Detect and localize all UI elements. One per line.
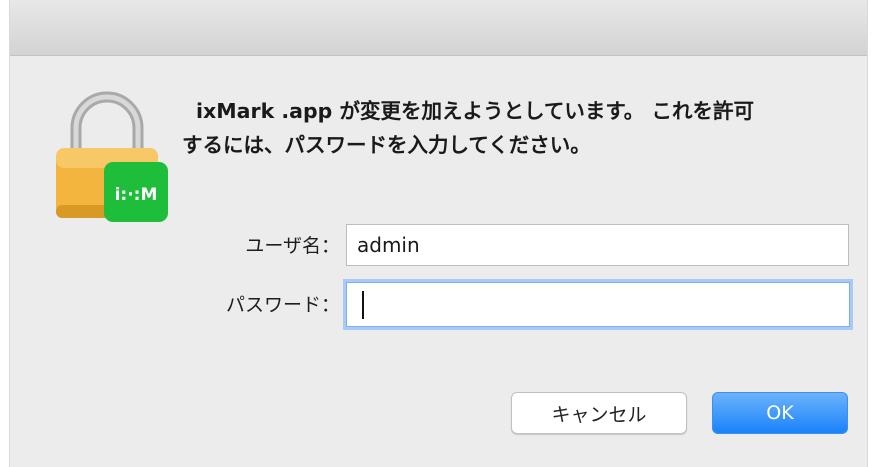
lock-icon: i:·:M [56,91,168,222]
app-badge-text: i:·:M [115,185,158,205]
ok-button[interactable]: OK [712,392,848,434]
dialog-titlebar [10,0,867,56]
message-line-1: ixMark .app が変更を加えようとしています。 これを許可 [196,99,754,123]
text-caret [362,291,364,319]
dialog-message: ixMark .app が変更を加えようとしています。 これを許可 するには、パ… [182,94,852,162]
username-label: ユーザ名： [245,235,340,257]
ixmark-app-icon: i:·:M [104,162,168,222]
page: i:·:M ixMark .app が変更を加えようとしています。 これを許可 … [0,0,877,467]
password-field[interactable] [346,282,850,327]
cancel-button[interactable]: キャンセル [511,392,687,434]
message-line-2: するには、パスワードを入力してください。 [182,133,591,157]
password-label: パスワード： [225,294,340,316]
username-field[interactable] [346,224,849,266]
